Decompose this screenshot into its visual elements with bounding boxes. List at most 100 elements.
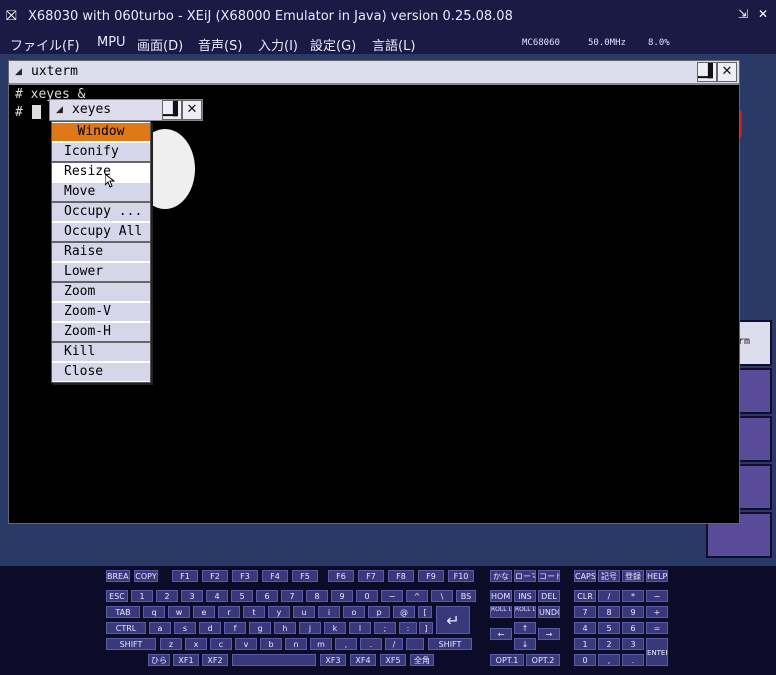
key-num-4[interactable]: 4 (574, 622, 596, 634)
key-clr[interactable]: CLR (574, 590, 596, 602)
key-xf4[interactable]: XF4 (350, 654, 376, 666)
menu-item-occupy-all[interactable]: Occupy All (52, 223, 150, 241)
key-bracket-open[interactable]: [ (418, 606, 432, 618)
key-num-1[interactable]: 1 (574, 638, 596, 650)
menu-item-zoom[interactable]: Zoom (52, 283, 150, 301)
x68000-logo-icon[interactable]: ⛝ (6, 8, 24, 24)
key-f3[interactable]: F3 (232, 570, 258, 582)
key-f9[interactable]: F9 (418, 570, 444, 582)
key-space[interactable] (232, 654, 316, 666)
xeyes-title-bar[interactable]: ◢ xeyes ▁▌ ✕ (49, 99, 203, 121)
key-9[interactable]: 9 (331, 590, 353, 602)
key-h[interactable]: h (274, 622, 296, 634)
key-5[interactable]: 5 (231, 590, 253, 602)
menu-item-iconify[interactable]: Iconify (52, 143, 150, 161)
key-ins[interactable]: INS (514, 590, 536, 602)
window-menu-icon[interactable]: ◢ (15, 67, 22, 77)
key-q[interactable]: q (143, 606, 165, 618)
key-u[interactable]: u (293, 606, 315, 618)
menu-item-zoom-v[interactable]: Zoom-V (52, 303, 150, 321)
key-f4[interactable]: F4 (262, 570, 288, 582)
key-num-period[interactable]: . (622, 654, 644, 666)
key-num-plus[interactable]: + (646, 606, 668, 618)
menu-item-zoom-h[interactable]: Zoom-H (52, 323, 150, 341)
key-caps[interactable]: CAPS (574, 570, 596, 582)
key-caret[interactable]: ^ (406, 590, 428, 602)
menu-item-move[interactable]: Move (52, 183, 150, 201)
key-up[interactable]: ↑ (514, 622, 536, 634)
uxterm-window[interactable]: ◢ uxterm ▁▌ ✕ # xeyes & # ◢ xeyes ▁▌ ✕ W… (8, 60, 740, 524)
key-slash[interactable]: / (385, 638, 403, 650)
key-num-slash[interactable]: / (598, 590, 620, 602)
key-opt1[interactable]: OPT.1 (490, 654, 524, 666)
key-b[interactable]: b (260, 638, 282, 650)
key-esc[interactable]: ESC (106, 590, 128, 602)
menu-item-occupy[interactable]: Occupy ... (52, 203, 150, 221)
key-o[interactable]: o (343, 606, 365, 618)
menu-item-resize[interactable]: Resize (52, 163, 150, 181)
key-backspace[interactable]: BS (456, 590, 476, 602)
menu-item-close[interactable]: Close (52, 363, 150, 381)
resize-icon[interactable]: ▁▌ (697, 62, 718, 82)
key-kana[interactable]: かな (490, 570, 512, 582)
key-0[interactable]: 0 (356, 590, 378, 602)
key-copy[interactable]: COPY (134, 570, 158, 582)
key-n[interactable]: n (285, 638, 307, 650)
key-x[interactable]: x (185, 638, 207, 650)
key-underscore[interactable] (406, 638, 424, 650)
key-j[interactable]: j (299, 622, 321, 634)
key-hira[interactable]: ひら (148, 654, 170, 666)
menu-input[interactable]: 入力(I) (258, 35, 298, 54)
key-num-9[interactable]: 9 (622, 606, 644, 618)
key-v[interactable]: v (235, 638, 257, 650)
key-bracket-close[interactable]: ] (419, 622, 433, 634)
key-e[interactable]: e (193, 606, 215, 618)
key-f5[interactable]: F5 (292, 570, 318, 582)
key-num-2[interactable]: 2 (598, 638, 620, 650)
key-p[interactable]: p (368, 606, 390, 618)
key-help[interactable]: HELP (646, 570, 668, 582)
key-num-star[interactable]: * (622, 590, 644, 602)
key-xf5[interactable]: XF5 (380, 654, 406, 666)
key-num-equal[interactable]: = (646, 622, 668, 634)
resize-icon[interactable]: ▁▌ (162, 100, 183, 120)
key-colon[interactable]: : (399, 622, 417, 634)
key-roll-up[interactable]: ROLL UP (490, 606, 512, 618)
key-y[interactable]: y (268, 606, 290, 618)
key-num-minus[interactable]: − (646, 590, 668, 602)
key-1[interactable]: 1 (131, 590, 153, 602)
key-f1[interactable]: F1 (172, 570, 198, 582)
key-k[interactable]: k (324, 622, 346, 634)
key-3[interactable]: 3 (181, 590, 203, 602)
key-num-5[interactable]: 5 (598, 622, 620, 634)
key-4[interactable]: 4 (206, 590, 228, 602)
key-m[interactable]: m (310, 638, 332, 650)
key-undo[interactable]: UNDO (538, 606, 560, 618)
key-period[interactable]: . (360, 638, 382, 650)
key-semicolon[interactable]: ; (374, 622, 396, 634)
key-f10[interactable]: F10 (448, 570, 474, 582)
key-touroku[interactable]: 登録 (622, 570, 644, 582)
uxterm-title-bar[interactable]: ◢ uxterm ▁▌ ✕ (9, 61, 739, 85)
key-c[interactable]: c (210, 638, 232, 650)
key-yen[interactable]: \ (431, 590, 453, 602)
key-shift-left[interactable]: SHIFT (106, 638, 156, 650)
key-opt2[interactable]: OPT.2 (526, 654, 560, 666)
key-left[interactable]: ← (490, 628, 512, 640)
key-8[interactable]: 8 (306, 590, 328, 602)
menu-settings[interactable]: 設定(G) (310, 35, 356, 54)
key-roll-down[interactable]: ROLL DOWN (514, 606, 536, 618)
key-f6[interactable]: F6 (328, 570, 354, 582)
key-xf2[interactable]: XF2 (202, 654, 228, 666)
uxterm-close-button[interactable]: ✕ (717, 62, 737, 82)
key-f7[interactable]: F7 (358, 570, 384, 582)
menu-sound[interactable]: 音声(S) (198, 35, 242, 54)
key-at[interactable]: @ (393, 606, 415, 618)
key-home[interactable]: HOME (490, 590, 512, 602)
key-zenkaku[interactable]: 全角 (410, 654, 434, 666)
menu-language[interactable]: 言語(L) (372, 35, 415, 54)
key-num-3[interactable]: 3 (622, 638, 644, 650)
key-tab[interactable]: TAB (106, 606, 140, 618)
key-return[interactable]: ↵ (436, 606, 470, 634)
key-minus[interactable]: − (381, 590, 403, 602)
